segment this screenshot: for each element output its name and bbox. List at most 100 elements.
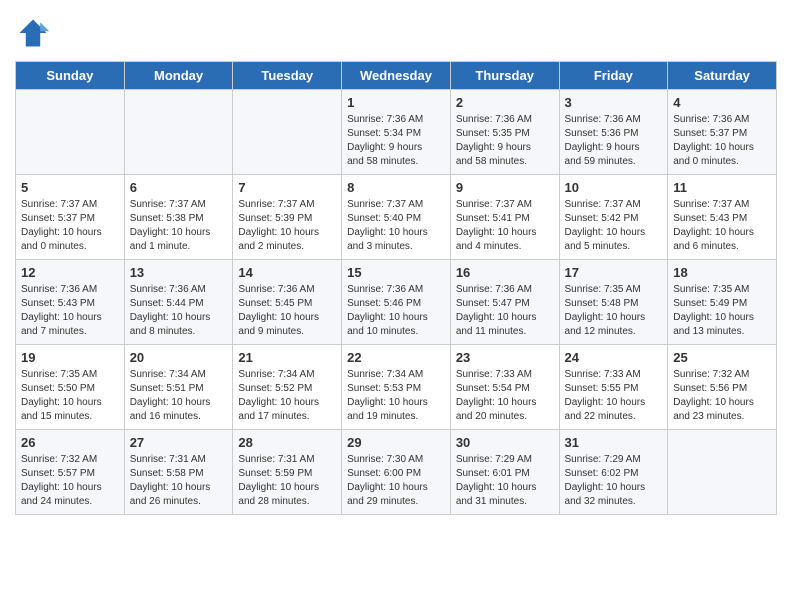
cell-info-text: Sunrise: 7:31 AM Sunset: 5:59 PM Dayligh… <box>238 453 336 509</box>
cell-date-number: 1 <box>347 95 445 110</box>
calendar-cell: 16 Sunrise: 7:36 AM Sunset: 5:47 PM Dayli… <box>450 260 559 345</box>
calendar-cell: 14 Sunrise: 7:36 AM Sunset: 5:45 PM Dayli… <box>233 260 342 345</box>
cell-date-number: 17 <box>565 265 663 280</box>
calendar-cell: 19 Sunrise: 7:35 AM Sunset: 5:50 PM Dayli… <box>16 345 125 430</box>
day-header-monday: Monday <box>124 62 233 90</box>
week-row-5: 26 Sunrise: 7:32 AM Sunset: 5:57 PM Dayli… <box>16 430 777 515</box>
calendar-cell: 25 Sunrise: 7:32 AM Sunset: 5:56 PM Dayli… <box>668 345 777 430</box>
calendar-cell: 9 Sunrise: 7:37 AM Sunset: 5:41 PM Daylig… <box>450 175 559 260</box>
logo <box>15 15 55 51</box>
cell-date-number: 11 <box>673 180 771 195</box>
cell-info-text: Sunrise: 7:30 AM Sunset: 6:00 PM Dayligh… <box>347 453 445 509</box>
cell-info-text: Sunrise: 7:36 AM Sunset: 5:36 PM Dayligh… <box>565 113 663 169</box>
cell-info-text: Sunrise: 7:37 AM Sunset: 5:38 PM Dayligh… <box>130 198 228 254</box>
day-header-tuesday: Tuesday <box>233 62 342 90</box>
cell-info-text: Sunrise: 7:37 AM Sunset: 5:43 PM Dayligh… <box>673 198 771 254</box>
cell-info-text: Sunrise: 7:35 AM Sunset: 5:48 PM Dayligh… <box>565 283 663 339</box>
calendar-cell: 22Sunrise: 7:34 AM Sunset: 5:53 PM Dayli… <box>342 345 451 430</box>
cell-info-text: Sunrise: 7:36 AM Sunset: 5:46 PM Dayligh… <box>347 283 445 339</box>
calendar-cell: 5 Sunrise: 7:37 AM Sunset: 5:37 PM Daylig… <box>16 175 125 260</box>
cell-date-number: 25 <box>673 350 771 365</box>
cell-date-number: 22 <box>347 350 445 365</box>
calendar-table: SundayMondayTuesdayWednesdayThursdayFrid… <box>15 61 777 515</box>
cell-date-number: 10 <box>565 180 663 195</box>
cell-date-number: 6 <box>130 180 228 195</box>
calendar-cell: 30 Sunrise: 7:29 AM Sunset: 6:01 PM Dayli… <box>450 430 559 515</box>
logo-icon <box>15 15 51 51</box>
cell-info-text: Sunrise: 7:29 AM Sunset: 6:01 PM Dayligh… <box>456 453 554 509</box>
cell-date-number: 23 <box>456 350 554 365</box>
cell-date-number: 13 <box>130 265 228 280</box>
calendar-cell: 23 Sunrise: 7:33 AM Sunset: 5:54 PM Dayli… <box>450 345 559 430</box>
cell-info-text: Sunrise: 7:37 AM Sunset: 5:41 PM Dayligh… <box>456 198 554 254</box>
cell-info-text: Sunrise: 7:36 AM Sunset: 5:47 PM Dayligh… <box>456 283 554 339</box>
day-header-friday: Friday <box>559 62 668 90</box>
cell-date-number: 5 <box>21 180 119 195</box>
cell-date-number: 28 <box>238 435 336 450</box>
day-header-thursday: Thursday <box>450 62 559 90</box>
calendar-cell: 4 Sunrise: 7:36 AM Sunset: 5:37 PM Daylig… <box>668 90 777 175</box>
header-row: SundayMondayTuesdayWednesdayThursdayFrid… <box>16 62 777 90</box>
cell-info-text: Sunrise: 7:36 AM Sunset: 5:37 PM Dayligh… <box>673 113 771 169</box>
cell-date-number: 2 <box>456 95 554 110</box>
cell-date-number: 30 <box>456 435 554 450</box>
cell-info-text: Sunrise: 7:37 AM Sunset: 5:37 PM Dayligh… <box>21 198 119 254</box>
calendar-cell: 2 Sunrise: 7:36 AM Sunset: 5:35 PM Daylig… <box>450 90 559 175</box>
cell-date-number: 4 <box>673 95 771 110</box>
calendar-cell: 27Sunrise: 7:31 AM Sunset: 5:58 PM Dayli… <box>124 430 233 515</box>
calendar-cell: 6 Sunrise: 7:37 AM Sunset: 5:38 PM Daylig… <box>124 175 233 260</box>
week-row-3: 12 Sunrise: 7:36 AM Sunset: 5:43 PM Dayli… <box>16 260 777 345</box>
cell-info-text: Sunrise: 7:34 AM Sunset: 5:52 PM Dayligh… <box>238 368 336 424</box>
cell-date-number: 26 <box>21 435 119 450</box>
page-header <box>15 15 777 51</box>
cell-date-number: 29 <box>347 435 445 450</box>
cell-date-number: 12 <box>21 265 119 280</box>
cell-info-text: Sunrise: 7:36 AM Sunset: 5:43 PM Dayligh… <box>21 283 119 339</box>
cell-info-text: Sunrise: 7:36 AM Sunset: 5:44 PM Dayligh… <box>130 283 228 339</box>
cell-info-text: Sunrise: 7:37 AM Sunset: 5:40 PM Dayligh… <box>347 198 445 254</box>
cell-date-number: 31 <box>565 435 663 450</box>
cell-info-text: Sunrise: 7:33 AM Sunset: 5:54 PM Dayligh… <box>456 368 554 424</box>
calendar-cell: 13 Sunrise: 7:36 AM Sunset: 5:44 PM Dayli… <box>124 260 233 345</box>
day-header-sunday: Sunday <box>16 62 125 90</box>
calendar-cell: 29 Sunrise: 7:30 AM Sunset: 6:00 PM Dayli… <box>342 430 451 515</box>
cell-date-number: 21 <box>238 350 336 365</box>
cell-date-number: 14 <box>238 265 336 280</box>
calendar-cell <box>233 90 342 175</box>
week-row-2: 5 Sunrise: 7:37 AM Sunset: 5:37 PM Daylig… <box>16 175 777 260</box>
calendar-cell: 7Sunrise: 7:37 AM Sunset: 5:39 PM Daylig… <box>233 175 342 260</box>
cell-info-text: Sunrise: 7:35 AM Sunset: 5:50 PM Dayligh… <box>21 368 119 424</box>
calendar-cell: 20Sunrise: 7:34 AM Sunset: 5:51 PM Dayli… <box>124 345 233 430</box>
cell-info-text: Sunrise: 7:37 AM Sunset: 5:42 PM Dayligh… <box>565 198 663 254</box>
cell-date-number: 20 <box>130 350 228 365</box>
cell-date-number: 27 <box>130 435 228 450</box>
calendar-cell: 18 Sunrise: 7:35 AM Sunset: 5:49 PM Dayli… <box>668 260 777 345</box>
cell-date-number: 24 <box>565 350 663 365</box>
cell-date-number: 16 <box>456 265 554 280</box>
calendar-cell: 1 Sunrise: 7:36 AM Sunset: 5:34 PM Daylig… <box>342 90 451 175</box>
calendar-cell: 28 Sunrise: 7:31 AM Sunset: 5:59 PM Dayli… <box>233 430 342 515</box>
calendar-cell: 31Sunrise: 7:29 AM Sunset: 6:02 PM Dayli… <box>559 430 668 515</box>
cell-info-text: Sunrise: 7:35 AM Sunset: 5:49 PM Dayligh… <box>673 283 771 339</box>
week-row-1: 1 Sunrise: 7:36 AM Sunset: 5:34 PM Daylig… <box>16 90 777 175</box>
cell-info-text: Sunrise: 7:36 AM Sunset: 5:45 PM Dayligh… <box>238 283 336 339</box>
calendar-cell: 15 Sunrise: 7:36 AM Sunset: 5:46 PM Dayli… <box>342 260 451 345</box>
day-header-wednesday: Wednesday <box>342 62 451 90</box>
cell-date-number: 15 <box>347 265 445 280</box>
calendar-cell: 11 Sunrise: 7:37 AM Sunset: 5:43 PM Dayli… <box>668 175 777 260</box>
cell-date-number: 18 <box>673 265 771 280</box>
calendar-cell: 10 Sunrise: 7:37 AM Sunset: 5:42 PM Dayli… <box>559 175 668 260</box>
calendar-cell: 21 Sunrise: 7:34 AM Sunset: 5:52 PM Dayli… <box>233 345 342 430</box>
cell-info-text: Sunrise: 7:32 AM Sunset: 5:57 PM Dayligh… <box>21 453 119 509</box>
cell-info-text: Sunrise: 7:36 AM Sunset: 5:35 PM Dayligh… <box>456 113 554 169</box>
calendar-cell: 26 Sunrise: 7:32 AM Sunset: 5:57 PM Dayli… <box>16 430 125 515</box>
cell-date-number: 8 <box>347 180 445 195</box>
cell-date-number: 9 <box>456 180 554 195</box>
cell-date-number: 7 <box>238 180 336 195</box>
cell-info-text: Sunrise: 7:33 AM Sunset: 5:55 PM Dayligh… <box>565 368 663 424</box>
cell-info-text: Sunrise: 7:36 AM Sunset: 5:34 PM Dayligh… <box>347 113 445 169</box>
calendar-cell <box>16 90 125 175</box>
cell-info-text: Sunrise: 7:32 AM Sunset: 5:56 PM Dayligh… <box>673 368 771 424</box>
calendar-cell: 3Sunrise: 7:36 AM Sunset: 5:36 PM Daylig… <box>559 90 668 175</box>
cell-date-number: 19 <box>21 350 119 365</box>
